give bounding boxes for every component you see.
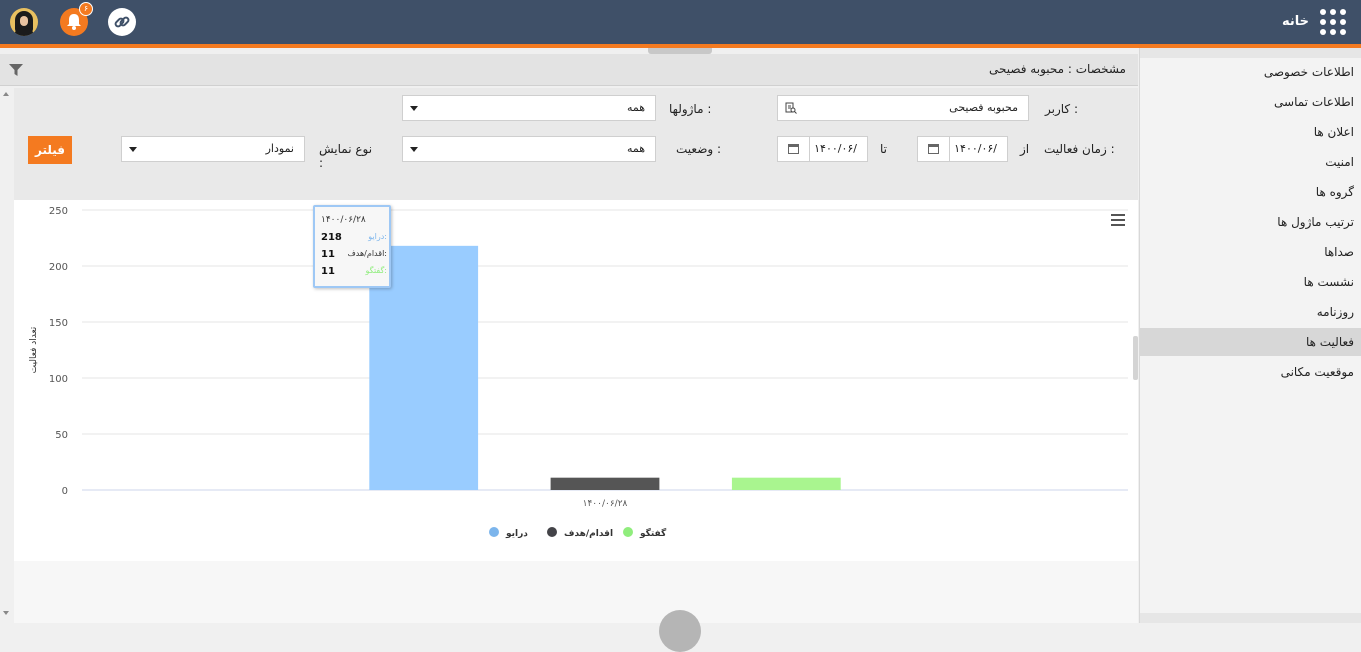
modules-value: همه	[626, 101, 645, 114]
tooltip-label: درایو:	[368, 232, 387, 241]
sidebar-item-module-order[interactable]: ترتیب ماژول ها	[1140, 208, 1361, 236]
tooltip-label: اقدام/هدف:	[347, 249, 387, 258]
legend-label: اقدام/هدف	[564, 529, 613, 539]
modules-select[interactable]: همه	[402, 95, 656, 121]
y-tick-label: 100	[49, 374, 68, 385]
chevron-down-icon	[410, 106, 418, 111]
y-axis-label: تعداد فعالیت	[29, 326, 39, 373]
tooltip-date: ۱۴۰۰/۰۶/۲۸	[321, 215, 366, 225]
status-select[interactable]: همه	[402, 136, 656, 162]
tooltip-value: 11	[321, 266, 335, 277]
bar	[731, 477, 841, 490]
tooltip-label: گفتگو:	[365, 266, 387, 275]
sidebar-item-notifications[interactable]: اعلان ها	[1140, 118, 1361, 146]
user-label: کاربر :	[1045, 102, 1078, 116]
sidebar-item-private-info[interactable]: اطلاعات خصوصی	[1140, 58, 1361, 86]
sidebar-item-security[interactable]: امنیت	[1140, 148, 1361, 176]
activity-time-label: زمان فعالیت :	[1044, 142, 1115, 156]
empty-area	[14, 561, 1138, 623]
tooltip-row: 218 درایو:	[321, 232, 387, 246]
sidebar-item-sounds[interactable]: صداها	[1140, 238, 1361, 266]
tooltip-value: 218	[321, 232, 342, 243]
from-date-value: ۱۴۰۰/۰۶/	[954, 142, 997, 155]
user-search-icon[interactable]	[785, 102, 797, 117]
calendar-icon[interactable]	[778, 137, 810, 161]
status-value: همه	[626, 142, 645, 155]
y-tick-label: 250	[49, 206, 68, 217]
chart-tooltip: ۱۴۰۰/۰۶/۲۸ 218 درایو: 11 اقدام/هدف: 11 گ…	[313, 205, 391, 288]
user-field[interactable]: محبوبه فصیحی	[777, 95, 1029, 121]
home-link[interactable]: خانه	[1282, 14, 1309, 29]
y-tick-label: 50	[55, 430, 68, 441]
to-date-field[interactable]: ۱۴۰۰/۰۶/	[777, 136, 868, 162]
x-tick-label: ۱۴۰۰/۰۶/۲۸	[583, 499, 628, 509]
legend-marker	[489, 527, 499, 537]
tooltip-value: 11	[321, 249, 335, 260]
to-date-value: ۱۴۰۰/۰۶/	[814, 142, 857, 155]
to-label: تا	[880, 142, 887, 156]
link-icon[interactable]	[108, 8, 136, 36]
sidebar-item-sessions[interactable]: نشست ها	[1140, 268, 1361, 296]
display-type-value: نمودار	[265, 142, 294, 155]
legend-label: گفتگو	[639, 527, 667, 539]
filter-button[interactable]: فیلتر	[28, 136, 72, 164]
user-value: محبوبه فصیحی	[949, 101, 1018, 114]
status-label: وضعیت :	[676, 142, 722, 156]
notification-badge: ۶	[79, 2, 93, 16]
y-tick-label: 0	[62, 486, 68, 497]
modules-label: ماژولها :	[669, 102, 712, 116]
page-title: مشخصات : محبوبه فصیحی	[988, 62, 1126, 76]
tooltip-row: 11 اقدام/هدف:	[321, 249, 387, 263]
y-tick-label: 150	[49, 318, 68, 329]
page-scrollbar[interactable]	[0, 88, 12, 623]
legend-label: درایو	[505, 529, 528, 539]
activity-chart: 050100150200250تعداد فعالیت۱۴۰۰/۰۶/۲۸درا…	[29, 206, 1128, 539]
calendar-icon[interactable]	[918, 137, 950, 161]
sidebar-item-location[interactable]: موقعیت مکانی	[1140, 358, 1361, 386]
from-date-field[interactable]: ۱۴۰۰/۰۶/	[917, 136, 1008, 162]
sidebar-scroll-thumb[interactable]	[1133, 336, 1138, 380]
bar	[550, 477, 660, 490]
display-type-label: نوع نمایش	[319, 142, 373, 156]
filter-funnel-icon[interactable]	[9, 62, 23, 81]
display-type-select[interactable]: نمودار	[121, 136, 305, 162]
chart-menu-icon[interactable]	[1111, 214, 1125, 226]
sidebar-scroll-up[interactable]	[1140, 48, 1361, 58]
sidebar-scroll-down[interactable]	[1140, 613, 1361, 623]
scroll-top-button[interactable]	[659, 610, 701, 652]
legend-marker	[623, 527, 633, 537]
from-label: از	[1020, 142, 1030, 156]
sidebar: اطلاعات خصوصی اطلاعات تماسی اعلان ها امن…	[1139, 48, 1361, 623]
chevron-down-icon	[410, 147, 418, 152]
legend-marker	[547, 527, 557, 537]
chevron-down-icon	[129, 147, 137, 152]
sidebar-item-activities[interactable]: فعالیت ها	[1140, 328, 1361, 356]
display-type-colon: :	[319, 156, 324, 170]
sidebar-item-journal[interactable]: روزنامه	[1140, 298, 1361, 326]
top-bar: ۶ خانه	[0, 0, 1361, 44]
page-header: مشخصات : محبوبه فصیحی	[0, 54, 1138, 86]
y-tick-label: 200	[49, 262, 68, 273]
sidebar-item-groups[interactable]: گروه ها	[1140, 178, 1361, 206]
sidebar-item-contact-info[interactable]: اطلاعات تماسی	[1140, 88, 1361, 116]
tooltip-row: 11 گفتگو:	[321, 266, 387, 280]
apps-grid-icon[interactable]	[1320, 9, 1348, 37]
user-avatar[interactable]	[10, 8, 38, 36]
